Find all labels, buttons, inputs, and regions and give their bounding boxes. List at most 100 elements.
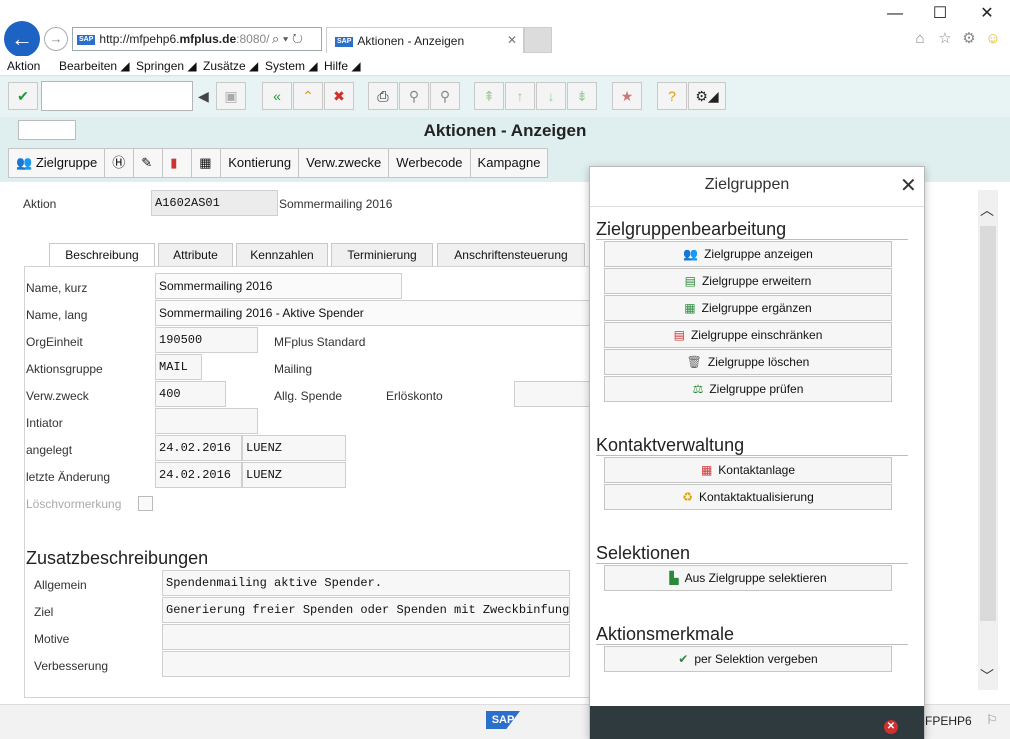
scrollbar-thumb[interactable] (980, 226, 996, 621)
verwzweck-field[interactable]: 400 (155, 381, 226, 407)
settings-gear-icon[interactable]: ⚙ (960, 30, 978, 48)
forward-button[interactable]: → (44, 27, 68, 51)
angelegt-date-field[interactable]: 24.02.2016 (155, 435, 242, 461)
find-icon[interactable]: ⚲ (399, 82, 429, 110)
tab-kennzahlen[interactable]: Kennzahlen (236, 243, 328, 267)
angelegt-user-field[interactable]: LUENZ (242, 435, 346, 461)
back-button[interactable]: ← (4, 21, 40, 57)
zielgruppe-pruefen-button[interactable]: ⚖ Zielgruppe prüfen (604, 376, 892, 402)
aenderung-user-field[interactable]: LUENZ (242, 462, 346, 488)
aktion-label: Aktion (23, 197, 57, 211)
chart-button[interactable]: ▮ (162, 148, 193, 178)
structure-button[interactable]: ▦ (191, 148, 222, 178)
status-flag-icon[interactable]: ⚐ (986, 712, 998, 728)
kontaktaktualisierung-button[interactable]: ♻ Kontaktaktualisierung (604, 484, 892, 510)
next-page-icon[interactable]: ↓ (536, 82, 566, 110)
motive-field[interactable] (162, 624, 570, 650)
aktionsgruppe-description: Mailing (274, 362, 313, 376)
verwzwecke-button[interactable]: Verw.zwecke (298, 148, 390, 178)
new-tab-button[interactable] (524, 27, 552, 53)
trash-icon: 🗑 (686, 355, 702, 369)
ziel-field[interactable]: Generierung freier Spenden oder Spenden … (162, 597, 570, 623)
tab-beschreibung[interactable]: Beschreibung (49, 243, 155, 267)
aus-zielgruppe-selektieren-button[interactable]: ▙ Aus Zielgruppe selektieren (604, 565, 892, 591)
favorites-star-icon[interactable]: ☆ (936, 30, 954, 48)
zielgruppe-anzeigen-button[interactable]: 👥 Zielgruppe anzeigen (604, 241, 892, 267)
name-kurz-field[interactable]: Sommermailing 2016 (155, 273, 402, 299)
print-icon[interactable]: ⎙ (368, 82, 398, 110)
enter-check-icon[interactable]: ✔ (8, 82, 38, 110)
customize-gear-icon[interactable]: ⚙◢ (688, 82, 726, 110)
zielgruppe-erweitern-button[interactable]: ▤ Zielgruppe erweitern (604, 268, 892, 294)
minimize-icon[interactable]: — (880, 4, 910, 24)
intiator-field[interactable] (155, 408, 258, 434)
zielgruppe-button[interactable]: 👥 Zielgruppe (8, 148, 106, 178)
structure-icon: ▦ (199, 155, 212, 170)
scroll-up-icon[interactable]: ︿ (980, 200, 994, 220)
kontierung-button[interactable]: Kontierung (220, 148, 300, 178)
help-icon[interactable]: ? (657, 82, 687, 110)
scroll-down-icon[interactable]: ﹀ (980, 666, 994, 686)
verbesserung-field[interactable] (162, 651, 570, 677)
url-prefix: http://mfpehp6. (99, 32, 180, 46)
zielgruppe-ergaenzen-button[interactable]: ▦ Zielgruppe ergänzen (604, 295, 892, 321)
per-selektion-vergeben-button[interactable]: ✔ per Selektion vergeben (604, 646, 892, 672)
smiley-feedback-icon[interactable]: ☺ (984, 30, 1002, 48)
tab-close-icon[interactable]: ✕ (507, 33, 517, 47)
search-icon[interactable]: ⌕ ▾ ↻ (272, 31, 303, 47)
home-icon[interactable]: ⌂ (911, 30, 929, 48)
bookmark-icon[interactable]: ★ (612, 82, 642, 110)
kampagne-button[interactable]: Kampagne (469, 148, 549, 178)
bar-chart-icon: ▮ (170, 155, 178, 170)
kontaktanlage-button[interactable]: ▦ Kontaktanlage (604, 457, 892, 483)
allgemein-field[interactable]: Spendenmailing aktive Spender. (162, 570, 570, 596)
verwzweck-description: Allg. Spende (274, 389, 343, 403)
tab-attribute[interactable]: Attribute (158, 243, 233, 267)
aenderung-label: letzte Änderung (26, 470, 111, 484)
browser-tab[interactable]: SAP Aktionen - Anzeigen ✕ (326, 27, 524, 53)
application-toolbar: 👥 Zielgruppe Ⓗ ✎ ▮ ▦ Kontierung Verw.zwe… (8, 148, 549, 178)
command-field[interactable] (41, 81, 193, 111)
menu-system[interactable]: System ◢ (265, 59, 318, 73)
menu-zusaetze[interactable]: Zusätze ◢ (203, 59, 258, 73)
back-green-icon[interactable]: « (262, 82, 292, 110)
find-next-icon[interactable]: ⚲ (430, 82, 460, 110)
menu-bearbeiten[interactable]: Bearbeiten ◢ (59, 59, 130, 73)
header-button[interactable]: Ⓗ (104, 148, 135, 178)
previous-page-icon[interactable]: ↑ (505, 82, 535, 110)
dialog-cancel-icon[interactable]: ✕ (884, 720, 898, 734)
cancel-icon[interactable]: ✖ (324, 82, 354, 110)
first-page-icon[interactable]: ⇞ (474, 82, 504, 110)
aktion-field[interactable]: A1602AS01 (151, 190, 278, 216)
group-divider (596, 563, 908, 564)
menu-aktion[interactable]: Aktion (7, 59, 40, 73)
werbecode-button[interactable]: Werbecode (388, 148, 471, 178)
last-page-icon[interactable]: ⇟ (567, 82, 597, 110)
close-window-icon[interactable]: ✕ (972, 4, 1002, 24)
maximize-icon[interactable]: ☐ (925, 4, 955, 24)
allgemein-label: Allgemein (34, 578, 87, 592)
exit-icon[interactable]: ⌃ (293, 82, 323, 110)
orgeinheit-field[interactable]: 190500 (155, 327, 258, 353)
dialog-title: Zielgruppen (704, 176, 790, 193)
tab-anschriftensteuerung[interactable]: Anschriftensteuerung (437, 243, 585, 267)
command-history-icon[interactable]: ◀ (198, 88, 209, 105)
tab-terminierung[interactable]: Terminierung (331, 243, 433, 267)
edit-document-button[interactable]: ✎ (133, 148, 164, 178)
dialog-close-icon[interactable]: ✕ (900, 173, 917, 198)
menu-hilfe[interactable]: Hilfe ◢ (324, 59, 361, 73)
aktionsgruppe-field[interactable]: MAIL (155, 354, 202, 380)
intiator-label: Intiator (26, 416, 63, 430)
save-icon[interactable]: ▣ (216, 82, 246, 110)
name-lang-field[interactable]: Sommermailing 2016 - Aktive Spender (155, 300, 590, 326)
sap-favicon-icon: SAP (77, 34, 96, 45)
angelegt-label: angelegt (26, 443, 73, 457)
menu-springen[interactable]: Springen ◢ (136, 59, 197, 73)
verwzweck-label: Verw.zweck (26, 389, 89, 403)
zielgruppe-loeschen-button[interactable]: 🗑 Zielgruppe löschen (604, 349, 892, 375)
loeschvormerkung-checkbox[interactable] (138, 496, 153, 511)
zielgruppe-einschraenken-button[interactable]: ▤ Zielgruppe einschränken (604, 322, 892, 348)
erloeskonto-field[interactable] (514, 381, 590, 407)
verbesserung-label: Verbesserung (34, 659, 109, 673)
aenderung-date-field[interactable]: 24.02.2016 (155, 462, 242, 488)
